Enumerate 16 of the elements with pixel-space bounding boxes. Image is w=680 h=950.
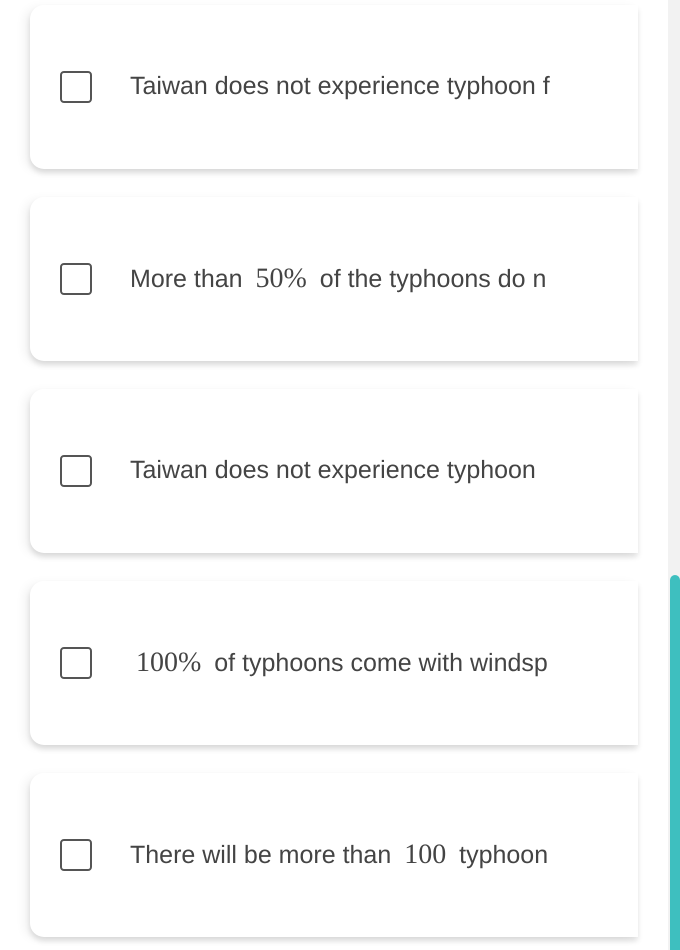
option-card[interactable]: More than 50% of the typhoons do n [30, 197, 638, 361]
checkbox[interactable] [60, 71, 92, 103]
checkbox[interactable] [60, 839, 92, 871]
option-card[interactable]: Taiwan does not experience typhoon [30, 389, 638, 553]
option-card[interactable]: There will be more than 100 typhoon [30, 773, 638, 937]
option-text: Taiwan does not experience typhoon f [130, 71, 550, 102]
option-text: More than 50% of the typhoons do n [130, 262, 546, 296]
checkbox[interactable] [60, 455, 92, 487]
checkbox[interactable] [60, 647, 92, 679]
option-text: There will be more than 100 typhoon [130, 838, 548, 872]
scrollbar-thumb[interactable] [670, 575, 680, 950]
option-text: Taiwan does not experience typhoon [130, 455, 536, 486]
checkbox[interactable] [60, 263, 92, 295]
option-text: 100% of typhoons come with windsp [135, 646, 548, 680]
option-card[interactable]: 100% of typhoons come with windsp [30, 581, 638, 745]
option-card[interactable]: Taiwan does not experience typhoon f [30, 5, 638, 169]
